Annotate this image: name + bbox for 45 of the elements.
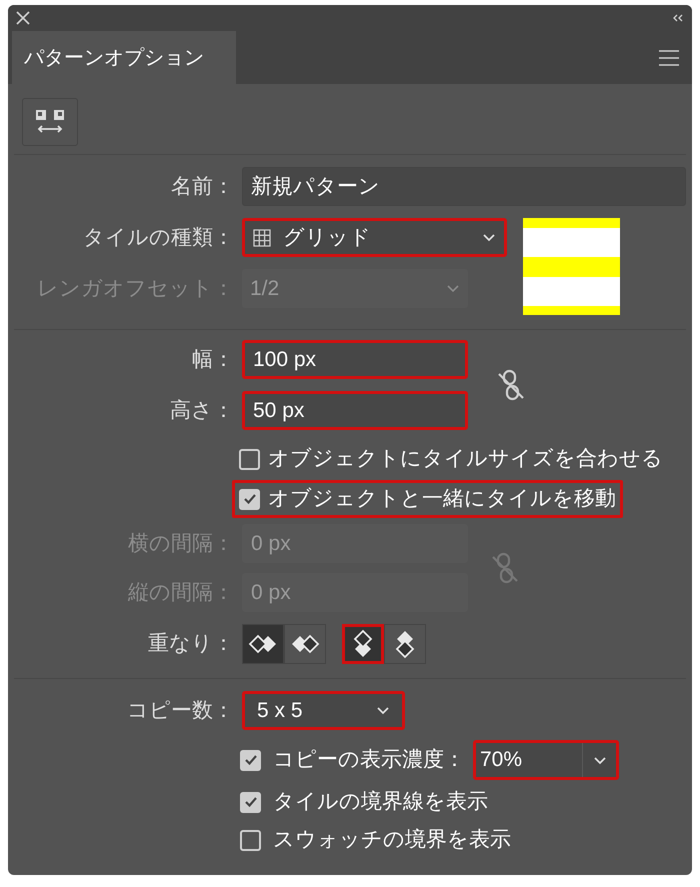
checkbox-row[interactable]: オブジェクトと一緒にタイルを移動 (232, 480, 623, 518)
checkbox-row[interactable]: オブジェクトにタイルサイズを合わせる (232, 440, 670, 478)
field-label: レンガオフセット： (37, 276, 234, 302)
checkbox-label: コピーの表示濃度： (273, 747, 465, 774)
grid-icon (253, 228, 271, 246)
checkbox[interactable] (240, 830, 261, 850)
checkbox-label: オブジェクトにタイルサイズを合わせる (268, 446, 663, 472)
field-label: 縦の間隔： (128, 580, 234, 606)
field-label: コピー数： (127, 698, 234, 724)
broken-link-icon[interactable] (496, 368, 526, 402)
field-label: 幅： (192, 346, 234, 373)
chevron-icon (446, 284, 460, 293)
overlap-button[interactable] (384, 624, 426, 664)
checkbox-label: オブジェクトと一緒にタイルを移動 (268, 486, 616, 512)
checkbox[interactable] (239, 488, 260, 510)
checkmark-icon (242, 493, 256, 505)
field-label: 高さ： (170, 398, 234, 424)
close-icon[interactable] (16, 11, 30, 25)
panel-tab[interactable]: パターンオプション (12, 31, 236, 84)
overlap-button[interactable] (342, 624, 384, 664)
opacity-combobox[interactable]: 70% (473, 740, 619, 780)
menu-icon[interactable] (658, 50, 680, 66)
text-field[interactable]: 50 px (242, 391, 468, 430)
checkbox-label: スウォッチの境界を表示 (273, 827, 511, 854)
copies-dropdown[interactable]: 5 x 5 (242, 691, 405, 730)
text-field[interactable]: 100 px (242, 340, 468, 379)
fit-tile-button[interactable] (22, 98, 78, 146)
field-label: 重なり： (148, 631, 234, 658)
chevron-icon (592, 756, 606, 764)
checkbox[interactable] (239, 448, 260, 470)
text-field[interactable]: 新規パターン (242, 167, 686, 206)
checkmark-icon (244, 754, 258, 766)
chevron-icon (376, 706, 390, 715)
checkbox[interactable] (240, 792, 261, 812)
field-label: 横の間隔： (128, 530, 234, 557)
overlap-button[interactable] (242, 624, 284, 664)
tile-type-dropdown[interactable]: グリッド (242, 218, 507, 257)
checkbox[interactable] (240, 750, 261, 770)
collapse-icon[interactable] (672, 14, 684, 22)
checkbox-label: タイルの境界線を表示 (273, 789, 488, 816)
field-label: 名前： (171, 174, 234, 200)
field-label: タイルの種類： (83, 224, 234, 251)
overlap-button[interactable] (284, 624, 326, 664)
checkmark-icon (244, 796, 258, 808)
chevron-icon (482, 233, 496, 242)
